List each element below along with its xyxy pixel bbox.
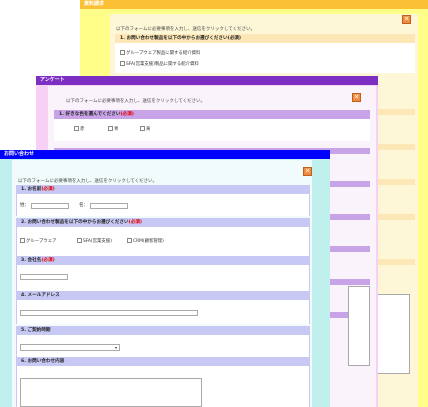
- stage: 資料請求 以下のフォームに必要事項を入力し、送信をクリックしてください。 ✕ 1…: [0, 0, 428, 407]
- question-heading: 6. お問い合わせ内容: [16, 357, 310, 366]
- question-label: 1. 好きな色を選んでください: [59, 112, 121, 117]
- first-name-input[interactable]: [90, 203, 128, 209]
- question-label: 4. メールアドレス: [21, 293, 60, 298]
- question-body: グループウェア SFA(営業支援) CRM(顧客管理): [16, 227, 310, 257]
- close-icon[interactable]: ✕: [402, 15, 411, 24]
- contract-period-select[interactable]: ▾: [20, 344, 120, 351]
- required-mark: (必須): [128, 220, 142, 225]
- checkbox-icon[interactable]: [108, 126, 113, 131]
- question-body: グループウェア製品に関する紹介資料 SFA(営業支援)製品に関する紹介資料: [115, 43, 415, 73]
- checkbox-icon[interactable]: [20, 238, 25, 243]
- option-label: 赤: [80, 127, 85, 132]
- form-intro: 以下のフォームに必要事項を入力し、送信をクリックしてください。: [66, 99, 206, 104]
- close-icon[interactable]: ✕: [303, 167, 312, 176]
- checkbox-option[interactable]: 黄: [140, 126, 150, 133]
- question-body: ▾: [16, 335, 310, 357]
- required-mark: (必須): [41, 258, 55, 263]
- form-intro: 以下のフォームに必要事項を入力し、送信をクリックしてください。: [18, 179, 158, 184]
- company-input[interactable]: [20, 274, 68, 280]
- last-name-input[interactable]: [31, 203, 69, 209]
- checkbox-icon[interactable]: [120, 50, 125, 55]
- question-heading: 1. 好きな色を選んでください(必須): [54, 110, 370, 119]
- option-label: 青: [114, 127, 119, 132]
- field-label: 姓：: [20, 203, 30, 208]
- question-body: [16, 265, 310, 291]
- email-input[interactable]: [20, 310, 198, 316]
- question-label: 3. 会社名: [21, 258, 42, 263]
- window-title: お問い合わせ: [0, 150, 330, 159]
- option-label: 黄: [146, 127, 151, 132]
- question-label: 6. お問い合わせ内容: [21, 359, 65, 364]
- field-label: 名：: [79, 203, 89, 208]
- question-heading: 1. お問い合わせ製品を以下の中からお選びください(必須): [115, 34, 415, 43]
- question-heading: 3. 会社名(必須): [16, 256, 310, 265]
- question-label: 2. お問い合わせ製品を以下の中からお選びください: [21, 220, 129, 225]
- checkbox-option[interactable]: SFA(営業支援): [77, 238, 112, 245]
- close-icon[interactable]: ✕: [352, 93, 361, 102]
- form-intro: 以下のフォームに必要事項を入力し、送信をクリックしてください。: [116, 27, 256, 32]
- option-label: SFA(営業支援)製品に関する紹介資料: [126, 62, 199, 67]
- checkbox-icon[interactable]: [120, 61, 125, 66]
- checkbox-icon[interactable]: [77, 238, 82, 243]
- checkbox-option[interactable]: グループウェア: [20, 238, 56, 245]
- question-heading: 5. ご契約時期: [16, 326, 310, 335]
- option-label: CRM(顧客管理): [133, 239, 164, 244]
- question-label: 5. ご契約時期: [21, 328, 51, 333]
- option-label: グループウェア: [26, 239, 57, 244]
- required-mark: (必須): [41, 187, 55, 192]
- form-panel: 以下のフォームに必要事項を入力し、送信をクリックしてください。 ✕ 1. お名前…: [12, 160, 312, 407]
- window-title: 資料請求: [80, 0, 428, 9]
- checkbox-option[interactable]: 赤: [74, 126, 84, 133]
- question-label: 1. お問い合わせ製品を以下の中からお選びください(必須): [120, 36, 241, 41]
- checkbox-option[interactable]: SFA(営業支援)製品に関する紹介資料: [120, 61, 199, 68]
- question-heading: 2. お問い合わせ製品を以下の中からお選びください(必須): [16, 218, 310, 227]
- question-body: 姓： 名：: [16, 194, 310, 216]
- checkbox-icon[interactable]: [74, 126, 79, 131]
- question-body: [16, 300, 310, 324]
- checkbox-icon[interactable]: [127, 238, 132, 243]
- checkbox-option[interactable]: 青: [108, 126, 118, 133]
- question-body: [16, 366, 310, 407]
- checkbox-icon[interactable]: [140, 126, 145, 131]
- window-title: アンケート: [36, 76, 378, 85]
- checkbox-option[interactable]: グループウェア製品に関する紹介資料: [120, 50, 200, 57]
- contact-window: お問い合わせ 以下のフォームに必要事項を入力し、送信をクリックしてください。 ✕…: [0, 150, 330, 407]
- option-label: グループウェア製品に関する紹介資料: [126, 51, 201, 56]
- question-label: 1. お名前: [21, 187, 42, 192]
- question-heading: 4. メールアドレス: [16, 291, 310, 300]
- required-mark: (必須): [120, 112, 134, 117]
- inquiry-textarea[interactable]: [20, 378, 202, 407]
- question-heading: 1. お名前(必須): [16, 185, 310, 194]
- option-label: SFA(営業支援): [83, 239, 112, 244]
- question-body: 赤 青 黄: [54, 119, 370, 141]
- textarea[interactable]: [348, 286, 370, 366]
- checkbox-option[interactable]: CRM(顧客管理): [127, 238, 164, 245]
